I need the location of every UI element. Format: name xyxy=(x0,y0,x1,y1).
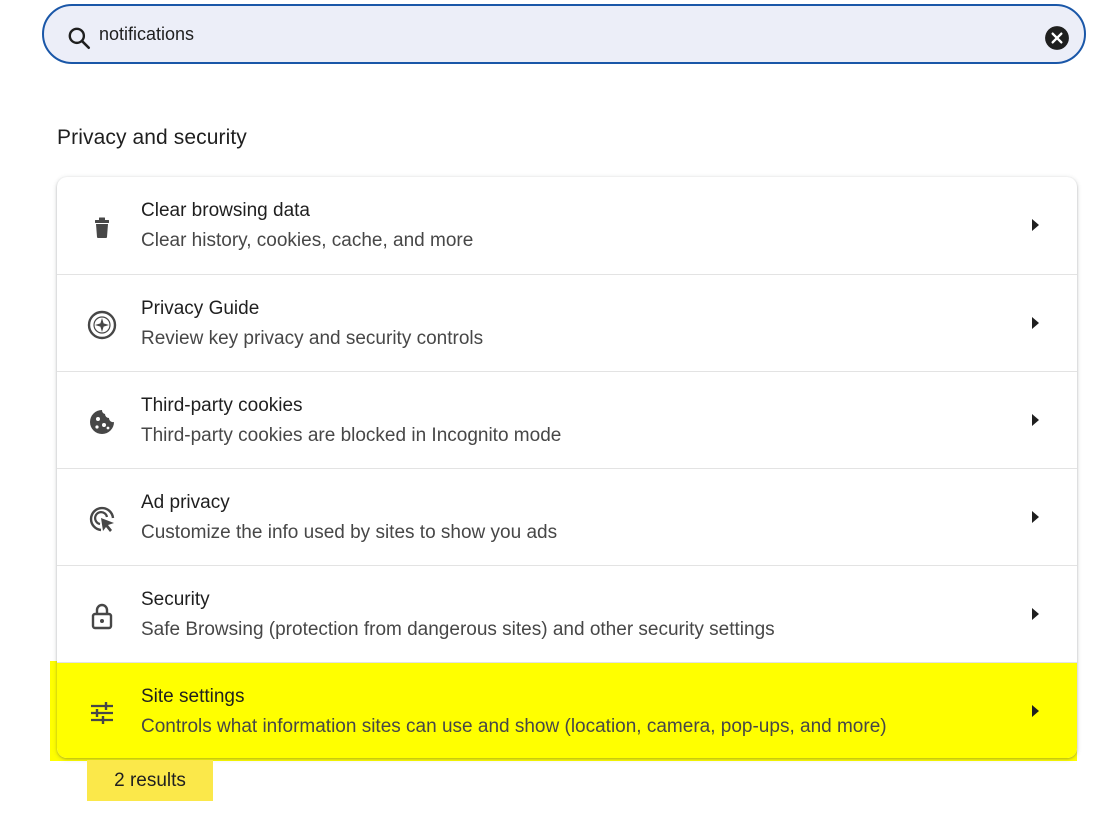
search-input[interactable] xyxy=(99,6,999,62)
privacy-security-card: Clear browsing data Clear history, cooki… xyxy=(57,177,1077,758)
section-title: Privacy and security xyxy=(57,126,247,149)
row-subtitle: Customize the info used by sites to show… xyxy=(141,522,558,543)
row-subtitle: Safe Browsing (protection from dangerous… xyxy=(141,619,775,640)
row-subtitle: Third-party cookies are blocked in Incog… xyxy=(141,425,562,446)
site-settings-row[interactable]: Site settings Controls what information … xyxy=(57,662,1077,758)
ad-privacy-row[interactable]: Ad privacy Customize the info used by si… xyxy=(57,468,1077,565)
arrow-right-icon xyxy=(1032,219,1039,231)
arrow-right-icon xyxy=(1032,317,1039,329)
search-icon xyxy=(68,27,91,50)
sliders-icon xyxy=(91,702,113,724)
arrow-right-icon xyxy=(1032,608,1039,620)
arrow-right-icon xyxy=(1032,511,1039,523)
row-title: Site settings xyxy=(141,686,245,707)
trash-icon xyxy=(95,217,109,238)
row-title: Clear browsing data xyxy=(141,200,310,221)
clear-browsing-data-row[interactable]: Clear browsing data Clear history, cooki… xyxy=(57,177,1077,274)
row-subtitle: Clear history, cookies, cache, and more xyxy=(141,230,474,251)
row-title: Security xyxy=(141,589,210,610)
row-title: Third-party cookies xyxy=(141,395,303,416)
compass-icon xyxy=(87,310,117,340)
row-subtitle: Controls what information sites can use … xyxy=(141,716,887,737)
third-party-cookies-row[interactable]: Third-party cookies Third-party cookies … xyxy=(57,371,1077,468)
row-subtitle: Review key privacy and security controls xyxy=(141,328,484,349)
close-circle-icon[interactable] xyxy=(1044,25,1070,51)
row-title: Privacy Guide xyxy=(141,298,260,319)
privacy-guide-row[interactable]: Privacy Guide Review key privacy and sec… xyxy=(57,274,1077,371)
lock-icon xyxy=(91,603,113,630)
security-row[interactable]: Security Safe Browsing (protection from … xyxy=(57,565,1077,662)
search-bar[interactable] xyxy=(42,4,1086,64)
ad-privacy-icon xyxy=(89,506,115,532)
row-title: Ad privacy xyxy=(141,492,230,513)
arrow-right-icon xyxy=(1032,414,1039,426)
search-results-badge: 2 results xyxy=(87,760,213,801)
cookie-icon xyxy=(90,410,114,434)
arrow-right-icon xyxy=(1032,705,1039,717)
